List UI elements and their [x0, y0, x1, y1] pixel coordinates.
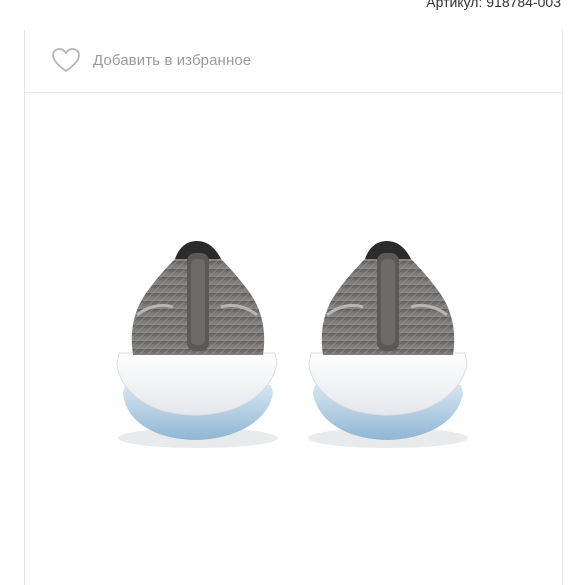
left-shoe [116, 241, 278, 448]
heart-icon [51, 47, 81, 73]
product-panel: Добавить в избранное [24, 30, 563, 585]
sku-text: Артикул: 918784-003 [426, 0, 561, 10]
sneakers-rear-view-image [116, 241, 468, 448]
right-shoe [308, 241, 468, 448]
add-to-favorites-button[interactable]: Добавить в избранное [51, 46, 251, 74]
add-to-favorites-label: Добавить в избранное [93, 51, 252, 69]
product-image[interactable] [25, 93, 562, 585]
top-strip: Артикул: 918784-003 [0, 0, 585, 30]
